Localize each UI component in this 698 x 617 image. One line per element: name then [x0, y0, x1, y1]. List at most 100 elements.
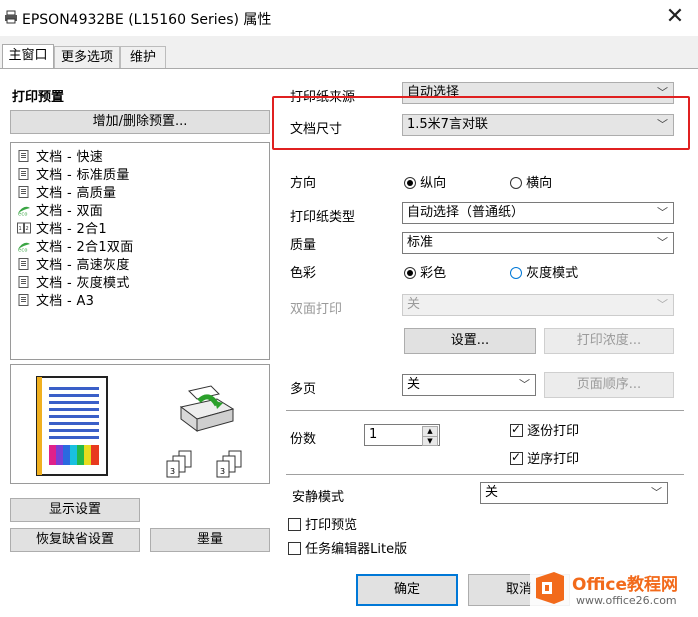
list-item[interactable]: 文档 - 灰度模式 — [17, 272, 130, 291]
doc-size-value: 1.5米7言对联 — [407, 117, 488, 132]
grayscale-radio[interactable]: 灰度模式 — [510, 262, 578, 281]
eco-icon: eco — [18, 242, 30, 252]
copies-stepper[interactable]: 1 ▲ ▼ — [364, 424, 440, 446]
list-item[interactable]: 文档 - 高质量 — [17, 182, 117, 201]
quiet-mode-select[interactable]: 关 ﹀ — [480, 482, 668, 504]
doc-size-select[interactable]: 1.5米7言对联 ﹀ — [402, 114, 674, 136]
radio-icon — [510, 267, 522, 279]
close-icon[interactable]: ✕ — [662, 4, 688, 30]
radio-icon — [404, 177, 416, 189]
chevron-down-icon: ﹀ — [657, 298, 668, 311]
svg-text:3: 3 — [170, 467, 175, 476]
quality-value: 标准 — [407, 235, 434, 250]
chevron-down-icon: ﹀ — [657, 236, 668, 249]
quiet-mode-value: 关 — [485, 485, 499, 500]
checkbox-icon — [288, 542, 301, 555]
svg-text:3: 3 — [220, 467, 225, 476]
checkbox-icon — [510, 450, 523, 465]
list-item[interactable]: eco 文档 - 2合1双面 — [17, 236, 134, 255]
doc-icon — [18, 150, 29, 162]
reverse-order-checkbox[interactable]: 逆序打印 — [510, 448, 579, 467]
add-remove-preset-button[interactable]: 增加/删除预置... — [10, 110, 270, 134]
printer-icon — [5, 10, 17, 24]
list-item-label: 文档 - 双面 — [36, 204, 104, 219]
svg-text:eco: eco — [18, 212, 28, 217]
list-item[interactable]: 文档 - 标准质量 — [17, 164, 130, 183]
chevron-down-icon: ﹀ — [519, 378, 530, 391]
print-preview-checkbox[interactable]: 打印预览 — [288, 514, 357, 533]
two-in-one-icon: 12 — [17, 222, 31, 234]
checkbox-label: 逐份打印 — [527, 424, 580, 439]
checkbox-label: 任务编辑器Lite版 — [305, 542, 408, 557]
chevron-down-icon: ﹀ — [657, 206, 668, 219]
doc-icon — [18, 276, 29, 288]
list-item-label: 文档 - 高质量 — [36, 186, 117, 201]
divider — [286, 474, 684, 475]
quality-label: 质量 — [290, 238, 317, 253]
paper-type-value: 自动选择（普通纸） — [407, 205, 525, 220]
orientation-landscape-radio[interactable]: 横向 — [510, 172, 552, 191]
collate-pages-icon: 3 — [166, 450, 192, 478]
ok-button[interactable]: 确定 — [356, 574, 458, 606]
duplex-value: 关 — [407, 297, 421, 312]
collate-checkbox[interactable]: 逐份打印 — [510, 420, 579, 439]
list-item[interactable]: 文档 - 高速灰度 — [17, 254, 130, 273]
office-logo-icon — [536, 572, 564, 604]
list-item-label: 文档 - 灰度模式 — [36, 276, 130, 291]
window-title: EPSON4932BE (L15160 Series) 属性 — [22, 12, 272, 28]
list-item[interactable]: 文档 - 快速 — [17, 146, 104, 165]
orientation-portrait-radio[interactable]: 纵向 — [404, 172, 446, 191]
checkbox-icon — [510, 422, 523, 437]
list-item-label: 文档 - 快速 — [36, 150, 104, 165]
quiet-mode-label: 安静模式 — [292, 490, 345, 505]
doc-size-label: 文档尺寸 — [290, 122, 343, 137]
job-arranger-checkbox[interactable]: 任务编辑器Lite版 — [288, 538, 407, 557]
print-preview-panel: 3 3 — [10, 364, 270, 484]
tab-maintenance[interactable]: 维护 — [120, 46, 166, 68]
duplex-settings-button[interactable]: 设置... — [404, 328, 536, 354]
printer-duplex-icon — [179, 385, 235, 432]
ink-levels-button[interactable]: 墨量 — [150, 528, 270, 552]
list-item-label: 文档 - 2合1 — [36, 222, 107, 237]
divider — [286, 410, 684, 411]
radio-label: 纵向 — [420, 176, 447, 191]
watermark: Office教程网 www.office26.com — [530, 566, 694, 612]
restore-defaults-button[interactable]: 恢复缺省设置 — [10, 528, 140, 552]
list-item-label: 文档 - 标准质量 — [36, 168, 130, 183]
copies-label: 份数 — [290, 432, 317, 447]
list-item[interactable]: 1 2 文档 - 2合1 — [17, 218, 107, 237]
checkbox-icon — [288, 518, 301, 531]
radio-icon — [510, 177, 522, 189]
color-radio[interactable]: 彩色 — [404, 262, 446, 281]
print-density-button[interactable]: 打印浓度... — [544, 328, 674, 354]
list-item[interactable]: 文档 - A3 — [17, 290, 95, 309]
radio-label: 灰度模式 — [526, 266, 579, 281]
radio-icon — [404, 267, 416, 279]
orientation-label: 方向 — [290, 176, 317, 191]
list-item[interactable]: eco 文档 - 双面 — [17, 200, 104, 219]
paper-type-label: 打印纸类型 — [290, 210, 356, 225]
doc-icon — [18, 168, 29, 180]
multipage-label: 多页 — [290, 382, 317, 397]
presets-heading: 打印预置 — [12, 90, 65, 105]
page-preview-icon — [36, 376, 108, 476]
quality-select[interactable]: 标准 ﹀ — [402, 232, 674, 254]
tab-main[interactable]: 主窗口 — [2, 44, 54, 69]
doc-icon — [18, 294, 29, 306]
spin-down-icon[interactable]: ▼ — [422, 436, 438, 446]
multipage-select[interactable]: 关 ﹀ — [402, 374, 536, 396]
multipage-value: 关 — [407, 377, 421, 392]
checkbox-label: 逆序打印 — [527, 452, 580, 467]
radio-label: 横向 — [526, 176, 553, 191]
radio-label: 彩色 — [420, 266, 447, 281]
show-settings-button[interactable]: 显示设置 — [10, 498, 140, 522]
tab-more-options[interactable]: 更多选项 — [54, 46, 120, 68]
page-order-button[interactable]: 页面顺序... — [544, 372, 674, 398]
duplex-select[interactable]: 关 ﹀ — [402, 294, 674, 316]
svg-text:2: 2 — [26, 226, 29, 232]
chevron-down-icon: ﹀ — [657, 118, 668, 131]
preset-list[interactable]: 文档 - 快速 文档 - 标准质量 文档 - 高质量 eco 文档 - 双面 12… — [10, 142, 270, 360]
paper-type-select[interactable]: 自动选择（普通纸） ﹀ — [402, 202, 674, 224]
svg-text:1: 1 — [19, 226, 22, 232]
list-item-label: 文档 - A3 — [36, 294, 95, 309]
